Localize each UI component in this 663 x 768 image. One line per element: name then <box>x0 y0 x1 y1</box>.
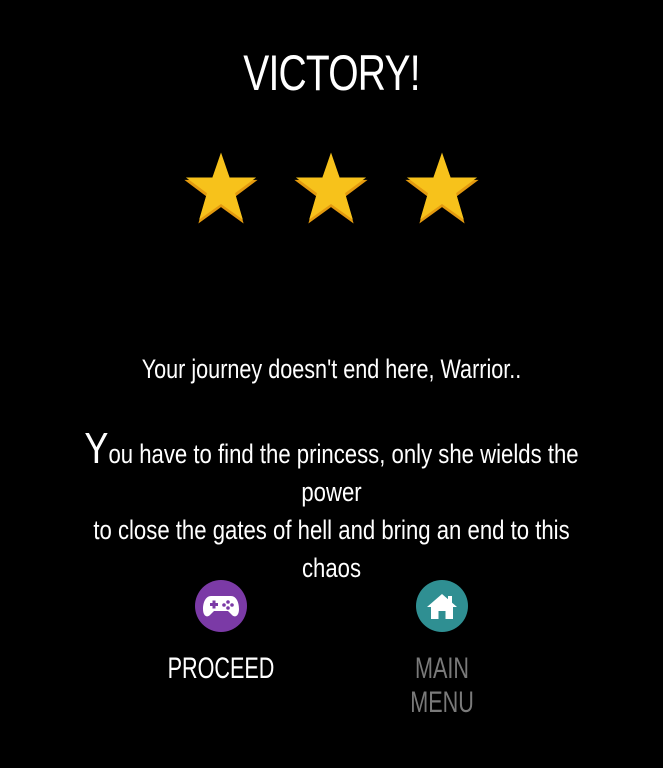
proceed-button[interactable]: PROCEED <box>141 580 301 686</box>
star-icon <box>182 150 260 230</box>
victory-title: VICTORY! <box>243 45 420 101</box>
story-line-2: to close the gates of hell and bring an … <box>93 515 570 583</box>
main-menu-icon-circle[interactable] <box>416 580 468 632</box>
story-text: You have to find the princess, only she … <box>76 427 587 587</box>
proceed-label[interactable]: PROCEED <box>163 652 278 686</box>
home-icon <box>427 594 457 619</box>
gamepad-icon <box>203 596 239 617</box>
star-rating <box>0 150 663 232</box>
star-icon <box>403 150 481 230</box>
story-drop-letter: Y <box>84 424 109 473</box>
story-line-1: ou have to find the princess, only she w… <box>108 439 579 507</box>
main-menu-button[interactable]: MAIN MENU <box>362 580 522 720</box>
victory-subtitle: Your journey doesn't end here, Warrior.. <box>141 354 522 384</box>
proceed-icon-circle[interactable] <box>195 580 247 632</box>
main-menu-label[interactable]: MAIN MENU <box>384 652 499 720</box>
star-icon <box>292 150 370 230</box>
